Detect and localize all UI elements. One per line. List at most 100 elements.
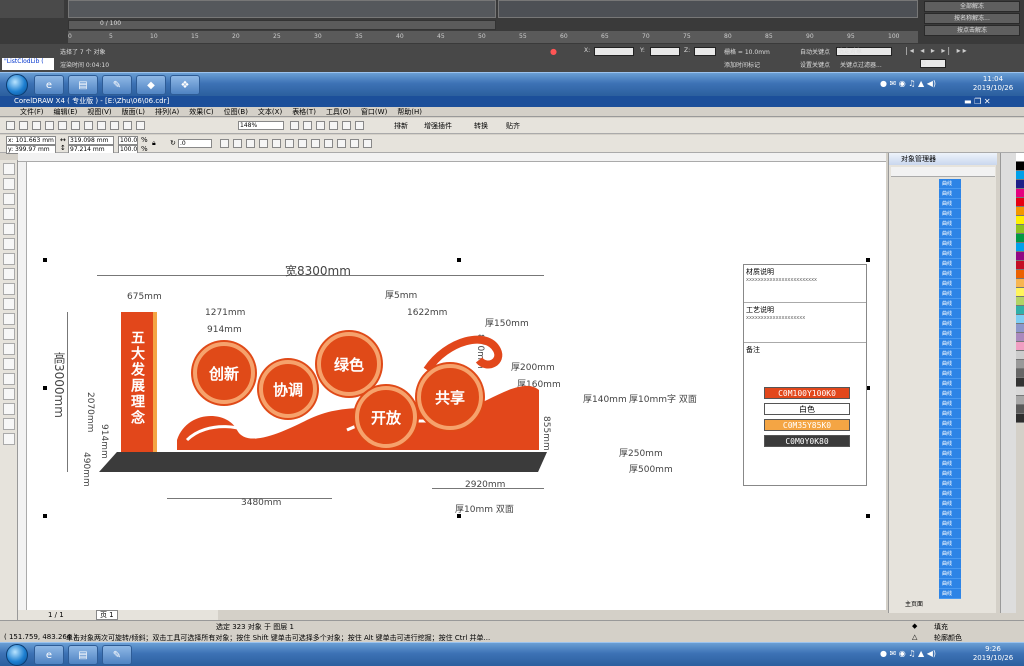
fill-tool-icon[interactable] <box>3 418 15 430</box>
save-icon[interactable] <box>32 121 41 130</box>
object-list-item[interactable]: 曲线 <box>939 389 961 399</box>
group-icon[interactable] <box>246 139 255 148</box>
object-list-item[interactable]: 曲线 <box>939 569 961 579</box>
palette-swatch[interactable] <box>1016 153 1024 162</box>
object-list-item[interactable]: 曲线 <box>939 249 961 259</box>
weld-icon[interactable] <box>285 139 294 148</box>
zoom-height-icon[interactable] <box>355 121 364 130</box>
x-position-field[interactable]: x: 101.663 mm <box>6 136 56 145</box>
export-icon[interactable] <box>136 121 145 130</box>
mirror-v-icon[interactable] <box>233 139 242 148</box>
print-icon[interactable] <box>45 121 54 130</box>
object-list-item[interactable]: 曲线 <box>939 499 961 509</box>
unfreeze-by-name-button[interactable]: 按名称解冻... <box>924 13 1020 24</box>
coreldraw-icon[interactable]: ❖ <box>170 75 200 95</box>
palette-swatch[interactable] <box>1016 360 1024 369</box>
key-mode-select[interactable]: 选定对象 <box>836 47 892 56</box>
palette-swatch[interactable] <box>1016 369 1024 378</box>
palette-swatch[interactable] <box>1016 351 1024 360</box>
object-list-item[interactable]: 曲线 <box>939 409 961 419</box>
object-list-item[interactable]: 曲线 <box>939 529 961 539</box>
palette-swatch[interactable] <box>1016 234 1024 243</box>
menu-tools[interactable]: 工具(O) <box>326 107 351 116</box>
object-list-item[interactable]: 曲线 <box>939 179 961 189</box>
clock[interactable]: 11:04 2019/10/26 <box>970 75 1016 93</box>
palette-swatch[interactable] <box>1016 198 1024 207</box>
palette-swatch[interactable] <box>1016 387 1024 396</box>
freehand-tool-icon[interactable] <box>3 223 15 235</box>
viewport-center[interactable] <box>68 0 496 18</box>
object-list-item[interactable]: 曲线 <box>939 519 961 529</box>
object-list-item[interactable]: 曲线 <box>939 579 961 589</box>
palette-swatch[interactable] <box>1016 207 1024 216</box>
object-list-item[interactable]: 曲线 <box>939 239 961 249</box>
zoom-in-icon[interactable] <box>290 121 299 130</box>
width-field[interactable]: 319.098 mm <box>68 136 114 145</box>
object-list-item[interactable]: 曲线 <box>939 189 961 199</box>
docker-tabs[interactable] <box>1000 153 1016 613</box>
object-list-item[interactable]: 曲线 <box>939 309 961 319</box>
intersect-icon[interactable] <box>311 139 320 148</box>
copy-icon[interactable] <box>71 121 80 130</box>
new-icon[interactable] <box>6 121 15 130</box>
object-list-item[interactable]: 曲线 <box>939 289 961 299</box>
zoom-tool-icon[interactable] <box>3 208 15 220</box>
window-controls[interactable]: ▬ ❐ ✕ <box>964 97 991 106</box>
object-list-item[interactable]: 曲线 <box>939 509 961 519</box>
drawing-canvas[interactable]: 宽8300mm 高3000mm 675mm 1271mm 914mm 2070m… <box>27 162 886 610</box>
object-list-item[interactable]: 曲线 <box>939 269 961 279</box>
plugin-button[interactable]: 增强插件 <box>424 121 452 131</box>
palette-swatch[interactable] <box>1016 216 1024 225</box>
object-list-item[interactable]: 曲线 <box>939 589 961 599</box>
zoom-out-icon[interactable] <box>303 121 312 130</box>
object-list-item[interactable]: 曲线 <box>939 199 961 209</box>
frame-field[interactable]: 0 <box>920 59 946 68</box>
palette-swatch[interactable] <box>1016 261 1024 270</box>
palette-swatch[interactable] <box>1016 342 1024 351</box>
tray-icons[interactable]: ● ✉ ◉ ♫ ▲ ◀) <box>880 79 936 88</box>
object-list-item[interactable]: 曲线 <box>939 339 961 349</box>
unfreeze-by-hit-button[interactable]: 按点击解冻 <box>924 25 1020 36</box>
object-list-item[interactable]: 曲线 <box>939 379 961 389</box>
key-filters-button[interactable]: 关键点过滤器... <box>840 60 882 69</box>
rectangle-tool-icon[interactable] <box>3 253 15 265</box>
paste-icon[interactable] <box>84 121 93 130</box>
menu-layout[interactable]: 版面(L) <box>122 107 145 116</box>
zoom-select[interactable]: 148% <box>238 121 284 130</box>
blend-tool-icon[interactable] <box>3 373 15 385</box>
redo-icon[interactable] <box>110 121 119 130</box>
y-coord-field[interactable] <box>650 47 680 56</box>
start-orb-icon[interactable] <box>6 74 28 96</box>
front-minus-back-icon[interactable] <box>337 139 346 148</box>
object-list-item[interactable]: 曲线 <box>939 549 961 559</box>
object-list-item[interactable]: 曲线 <box>939 489 961 499</box>
crop-tool-icon[interactable] <box>3 193 15 205</box>
object-list-item[interactable]: 曲线 <box>939 229 961 239</box>
menu-edit[interactable]: 编辑(E) <box>54 107 78 116</box>
scale-x-field[interactable]: 100.0 <box>118 136 138 145</box>
palette-swatch[interactable] <box>1016 279 1024 288</box>
app-icon[interactable]: ✎ <box>102 645 132 665</box>
zoom-fit-icon[interactable] <box>316 121 325 130</box>
pick-tool-icon[interactable] <box>3 163 15 175</box>
object-list-item[interactable]: 曲线 <box>939 419 961 429</box>
clock[interactable]: 9:26 2019/10/26 <box>970 645 1016 663</box>
object-list[interactable]: 曲线 曲线 曲线 曲线 曲线 曲线 曲线 曲线 曲线 曲线 曲线 曲线 曲线 曲线 曲线 曲线 曲线 曲线 曲线 曲线… <box>939 179 961 599</box>
connector-tool-icon[interactable] <box>3 358 15 370</box>
text-tool-icon[interactable] <box>3 313 15 325</box>
palette-swatch[interactable] <box>1016 225 1024 234</box>
object-list-item[interactable]: 曲线 <box>939 329 961 339</box>
tray-icons[interactable]: ● ✉ ◉ ♫ ▲ ◀) <box>880 649 936 658</box>
ruler-horizontal[interactable] <box>18 153 886 162</box>
zoom-page-icon[interactable] <box>329 121 338 130</box>
menu-arrange[interactable]: 排列(A) <box>155 107 179 116</box>
object-list-item[interactable]: 曲线 <box>939 259 961 269</box>
palette-swatch[interactable] <box>1016 189 1024 198</box>
object-list-item[interactable]: 曲线 <box>939 539 961 549</box>
add-time-tag-button[interactable]: 添加时间标记 <box>724 60 760 69</box>
menu-effects[interactable]: 效果(C) <box>189 107 213 116</box>
convert-button[interactable]: 转换 <box>474 121 488 131</box>
x-coord-field[interactable] <box>594 47 634 56</box>
dimension-tool-icon[interactable] <box>3 343 15 355</box>
zoom-width-icon[interactable] <box>342 121 351 130</box>
